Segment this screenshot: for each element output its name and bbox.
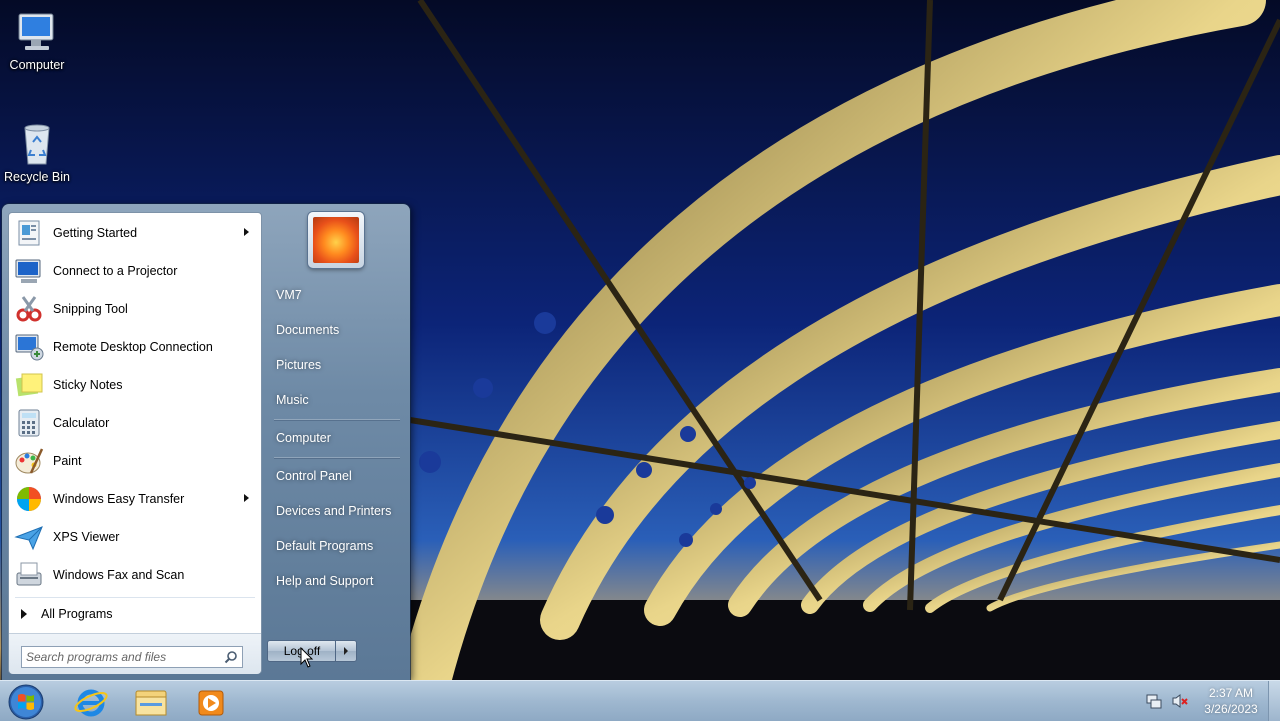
network-icon[interactable] <box>1146 693 1162 709</box>
fax-scan-icon <box>16 562 42 586</box>
mouse-cursor-icon <box>300 647 314 668</box>
search-input[interactable] <box>22 649 224 665</box>
menu-item-pictures[interactable]: Pictures <box>268 350 404 380</box>
menu-item-label: VM7 <box>276 288 302 302</box>
menu-item-user-folder[interactable]: VM7 <box>268 280 404 310</box>
program-xps-viewer[interactable]: XPS Viewer <box>13 519 257 555</box>
submenu-arrow-icon <box>244 228 249 236</box>
taskbar: 2:37 AM 3/26/2023 <box>0 680 1280 721</box>
projector-icon <box>15 259 41 283</box>
program-easy-transfer[interactable]: Windows Easy Transfer <box>13 481 257 517</box>
menu-item-default-programs[interactable]: Default Programs <box>268 531 404 561</box>
desktop-icon-computer[interactable]: Computer <box>0 8 74 72</box>
menu-item-music[interactable]: Music <box>268 385 404 415</box>
search-box[interactable] <box>21 646 243 668</box>
menu-item-label: Default Programs <box>276 539 374 553</box>
menu-item-label: Music <box>276 393 309 407</box>
program-label: Snipping Tool <box>53 302 128 316</box>
desktop-icon-label: Computer <box>9 58 65 72</box>
expand-arrow-icon <box>21 609 27 619</box>
search-area <box>9 633 261 674</box>
program-label: Windows Easy Transfer <box>53 492 185 506</box>
menu-divider <box>274 457 400 458</box>
desktop-icon-label: Recycle Bin <box>4 170 70 184</box>
program-remote-desktop[interactable]: Remote Desktop Connection <box>13 329 257 365</box>
clock-time: 2:37 AM <box>1208 686 1254 700</box>
user-account-picture[interactable] <box>308 212 364 268</box>
menu-item-documents[interactable]: Documents <box>268 315 404 345</box>
menu-item-control-panel[interactable]: Control Panel <box>268 461 404 491</box>
menu-item-devices-printers[interactable]: Devices and Printers <box>268 496 404 526</box>
program-label: Windows Fax and Scan <box>53 568 185 582</box>
internet-explorer-icon[interactable] <box>62 683 120 721</box>
program-sticky-notes[interactable]: Sticky Notes <box>13 367 257 403</box>
getting-started-icon <box>18 220 40 246</box>
menu-item-label: Control Panel <box>276 469 352 483</box>
menu-item-label: Help and Support <box>276 574 374 588</box>
menu-item-help-support[interactable]: Help and Support <box>268 566 404 596</box>
program-label: XPS Viewer <box>53 530 120 544</box>
menu-item-label: Computer <box>276 431 331 445</box>
start-menu: Getting Started Connect to a Projector S… <box>2 204 410 680</box>
program-fax-scan[interactable]: Windows Fax and Scan <box>13 557 257 593</box>
paint-icon <box>15 448 44 474</box>
menu-item-computer[interactable]: Computer <box>268 423 404 453</box>
program-label: Remote Desktop Connection <box>53 340 213 354</box>
clock-date: 3/26/2023 <box>1204 702 1258 716</box>
program-label: Connect to a Projector <box>53 264 178 278</box>
easy-transfer-icon <box>17 487 41 511</box>
recycle-bin-icon <box>13 120 61 168</box>
windows-explorer-icon[interactable] <box>122 683 180 721</box>
program-label: Sticky Notes <box>53 378 123 392</box>
program-label: Paint <box>53 454 82 468</box>
scissors-icon <box>16 296 42 322</box>
search-icon[interactable] <box>224 650 238 664</box>
flower-icon <box>313 217 359 263</box>
program-connect-projector[interactable]: Connect to a Projector <box>13 253 257 289</box>
volume-muted-icon[interactable] <box>1172 693 1188 709</box>
program-getting-started[interactable]: Getting Started <box>13 215 257 251</box>
menu-item-label: Devices and Printers <box>276 504 392 518</box>
sticky-notes-icon <box>15 373 43 397</box>
program-label: Calculator <box>53 416 110 430</box>
desktop-icon-recycle-bin[interactable]: Recycle Bin <box>0 120 74 184</box>
all-programs-label: All Programs <box>41 607 113 621</box>
program-calculator[interactable]: Calculator <box>13 405 257 441</box>
xps-viewer-icon <box>14 526 43 551</box>
computer-icon <box>13 8 61 56</box>
menu-item-label: Pictures <box>276 358 322 372</box>
program-label: Getting Started <box>53 226 138 240</box>
clock[interactable]: 2:37 AM 3/26/2023 <box>1196 685 1266 717</box>
calculator-icon <box>18 409 40 437</box>
menu-divider <box>274 419 400 420</box>
menu-divider <box>15 597 255 598</box>
shutdown-options-button[interactable] <box>335 640 357 662</box>
remote-desktop-icon <box>15 334 44 361</box>
media-player-icon[interactable] <box>182 683 240 721</box>
start-button[interactable] <box>6 683 46 721</box>
show-desktop-button[interactable] <box>1268 681 1280 721</box>
program-paint[interactable]: Paint <box>13 443 257 479</box>
submenu-arrow-icon <box>244 494 249 502</box>
all-programs-button[interactable]: All Programs <box>9 601 259 627</box>
program-snipping-tool[interactable]: Snipping Tool <box>13 291 257 327</box>
menu-item-label: Documents <box>276 323 340 337</box>
start-menu-programs-pane: Getting Started Connect to a Projector S… <box>8 212 262 674</box>
